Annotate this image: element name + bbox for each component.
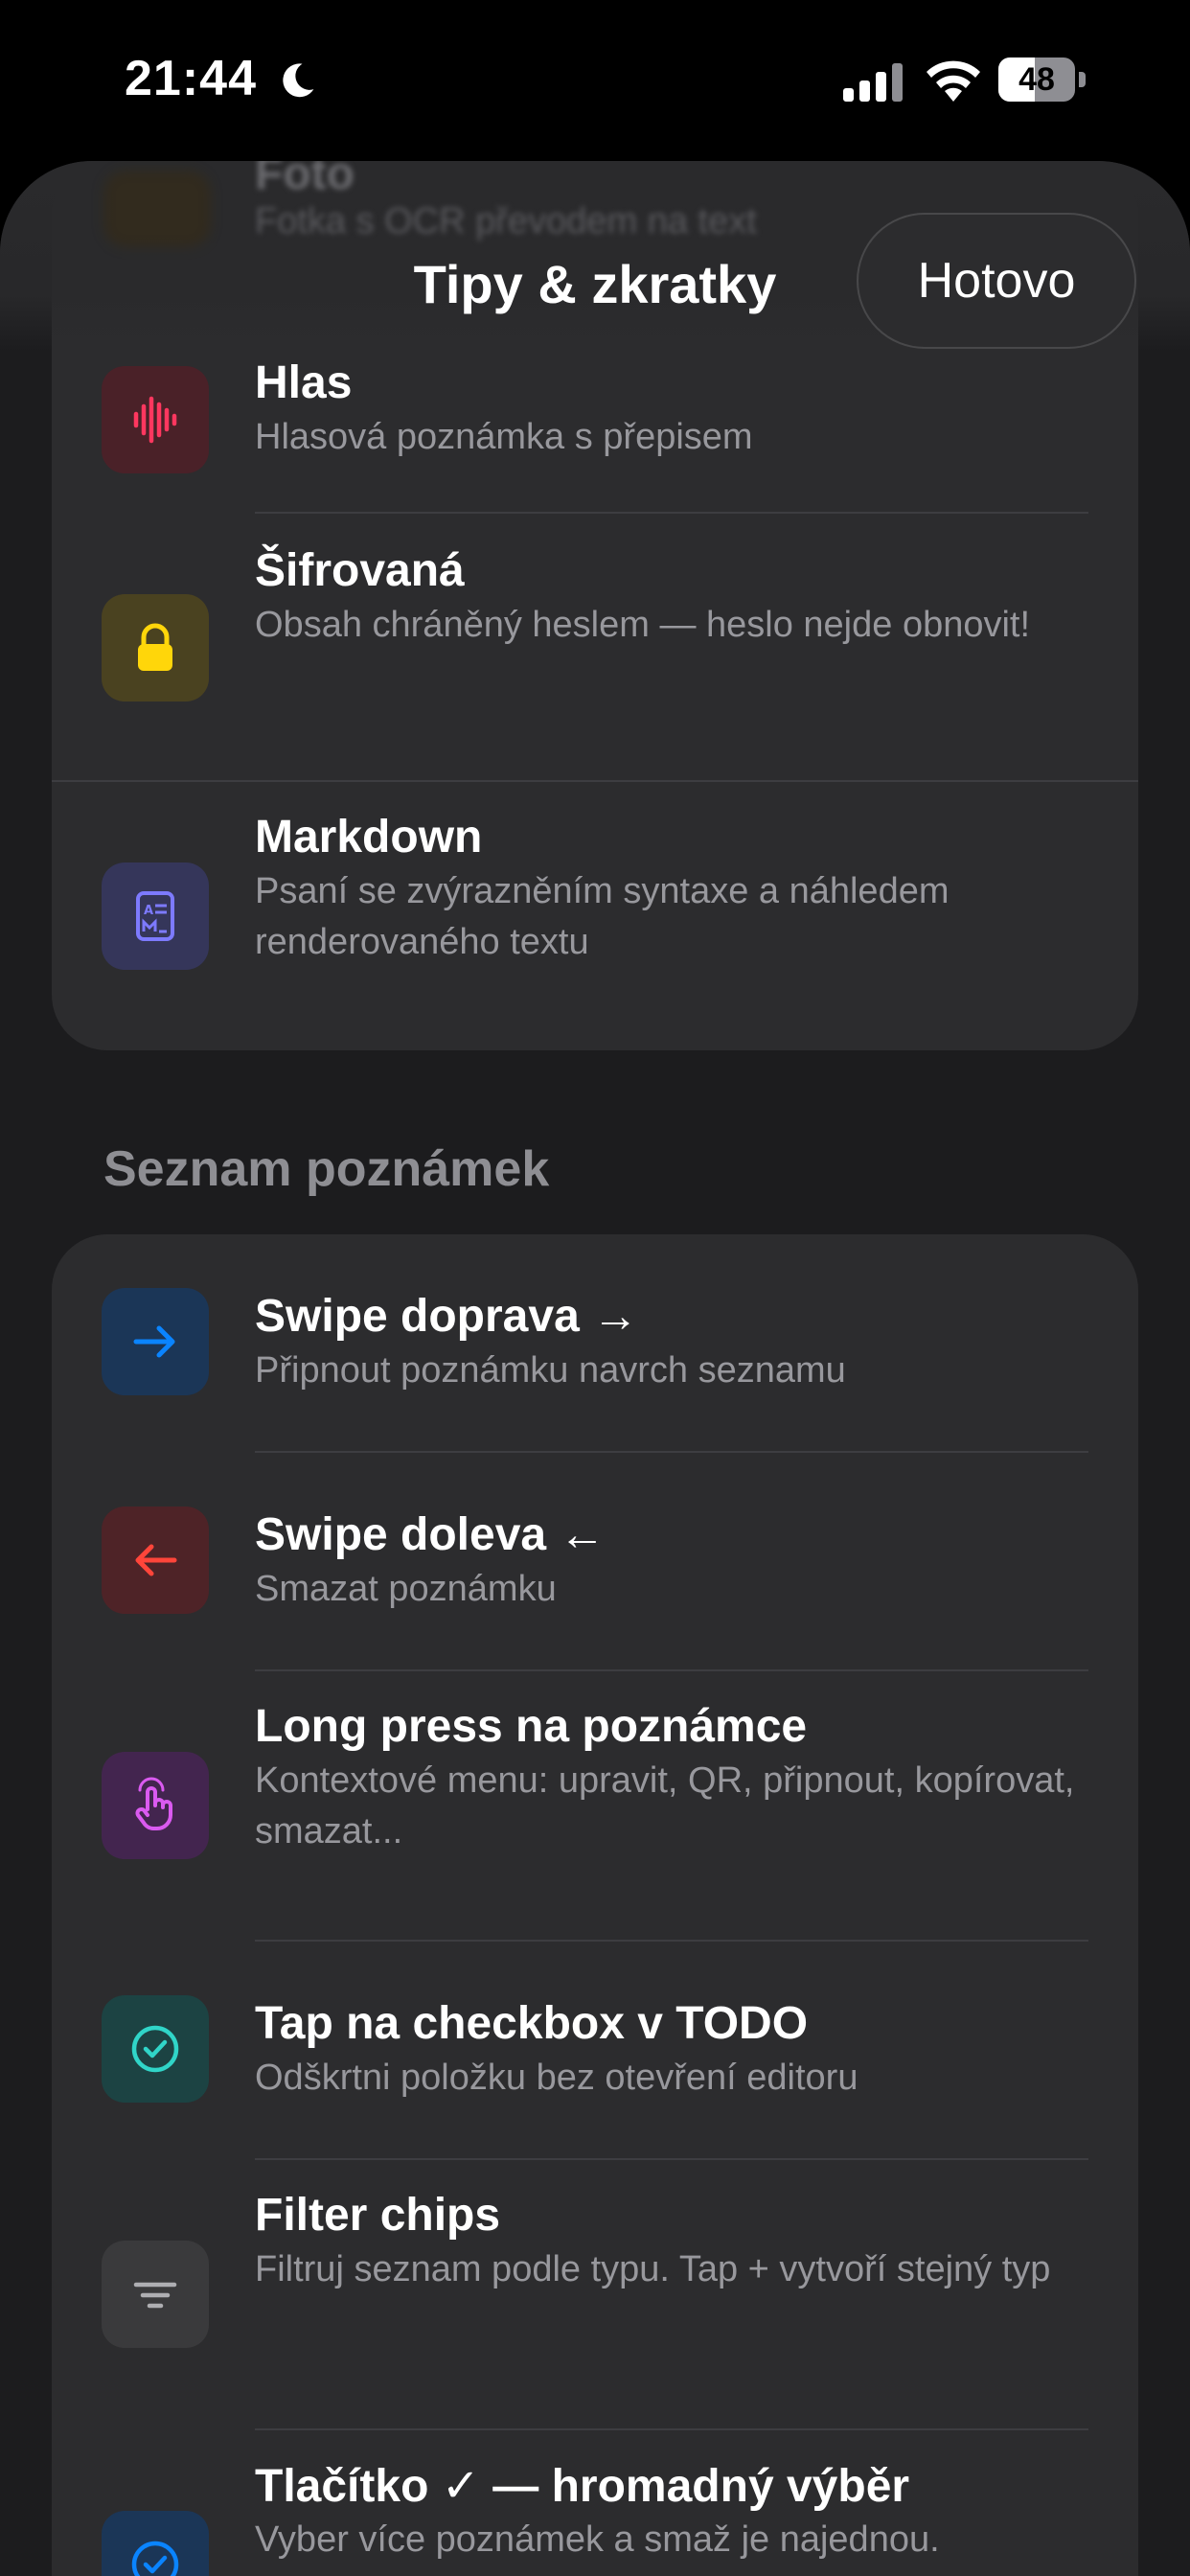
encrypted-icon-tile bbox=[102, 594, 209, 702]
battery-percent: 48 bbox=[1018, 61, 1055, 98]
arrow-right-icon bbox=[133, 1325, 175, 1358]
cellular-signal-icon bbox=[843, 63, 903, 102]
done-button[interactable]: Hotovo bbox=[857, 213, 1136, 349]
waveform-icon bbox=[133, 396, 177, 444]
ghost-row-subtitle: Fotka s OCR převodem na text bbox=[255, 201, 757, 242]
row-title: Long press na poznámce bbox=[255, 1701, 808, 1752]
row-subtitle: Obsah chráněný heslem — heslo nejde obno… bbox=[255, 605, 1031, 645]
list-item-encrypted: Šifrovaná Obsah chráněný heslem — heslo … bbox=[52, 514, 1138, 780]
list-item-long-press: Long press na poznámce Kontextové menu: … bbox=[52, 1671, 1138, 1940]
swipe-right-icon-tile bbox=[102, 1288, 209, 1395]
row-title: Swipe doprava → bbox=[255, 1291, 639, 1342]
list-item-swipe-right: Swipe doprava → Připnout poznámku navrch… bbox=[52, 1234, 1138, 1451]
note-list-group: Swipe doprava → Připnout poznámku navrch… bbox=[52, 1234, 1138, 2576]
row-title: Tlačítko ✓ — hromadný výběr bbox=[255, 2461, 910, 2512]
row-title: Tap na checkbox v TODO bbox=[255, 1998, 809, 2049]
row-title: Filter chips bbox=[255, 2190, 501, 2241]
row-subtitle: Vyber více poznámek a smaž je najednou. bbox=[255, 2519, 940, 2560]
svg-text:A: A bbox=[144, 904, 153, 918]
markdown-doc-icon: A bbox=[136, 891, 174, 941]
todo-checkbox-icon-tile bbox=[102, 1995, 209, 2103]
lock-icon bbox=[138, 623, 172, 671]
bulk-select-icon-tile bbox=[102, 2511, 209, 2576]
row-subtitle: Kontextové menu: upravit, QR, připnout, … bbox=[255, 1760, 1075, 1852]
row-subtitle: Odškrtni položku bez otevření editoru bbox=[255, 2058, 858, 2098]
list-item-filter-chips: Filter chips Filtruj seznam podle typu. … bbox=[52, 2160, 1138, 2428]
row-subtitle: Psaní se zvýrazněním syntaxe a náhledem … bbox=[255, 871, 950, 962]
moon-icon bbox=[283, 63, 314, 98]
checkmark-circle-icon bbox=[131, 2025, 179, 2073]
wifi-icon bbox=[927, 60, 980, 102]
list-item-bulk-select: Tlačítko ✓ — hromadný výběr Vyber více p… bbox=[52, 2430, 1138, 2576]
filter-chips-icon-tile bbox=[102, 2241, 209, 2348]
checkmark-circle-icon bbox=[131, 2541, 179, 2576]
status-bar: 21:44 48 bbox=[0, 0, 1190, 161]
list-item-markdown: A Markdown Psaní se zvýrazněním syntaxe … bbox=[52, 782, 1138, 1050]
status-time: 21:44 bbox=[125, 51, 257, 106]
voice-icon-tile bbox=[102, 366, 209, 473]
markdown-icon-tile: A bbox=[102, 862, 209, 970]
row-subtitle: Hlasová poznámka s přepisem bbox=[255, 417, 753, 457]
battery-indicator: 48 bbox=[998, 58, 1087, 102]
long-press-icon-tile bbox=[102, 1752, 209, 1859]
row-title: Swipe doleva ← bbox=[255, 1509, 606, 1560]
section-header: Seznam poznámek bbox=[103, 1141, 550, 1197]
list-item-swipe-left: Swipe doleva ← Smazat poznámku bbox=[52, 1453, 1138, 1669]
filter-lines-icon bbox=[133, 2282, 177, 2309]
row-title: Markdown bbox=[255, 812, 483, 862]
hand-tap-icon bbox=[135, 1777, 172, 1830]
row-subtitle: Smazat poznámku bbox=[255, 1569, 557, 1609]
tips-sheet: Hlas Hlasová poznámka s přepisem Šifrova… bbox=[0, 161, 1190, 2576]
row-subtitle: Filtruj seznam podle typu. Tap + vytvoří… bbox=[255, 2249, 1051, 2289]
arrow-left-icon bbox=[135, 1544, 177, 1576]
photo-icon-tile bbox=[103, 171, 211, 247]
row-title: Hlas bbox=[255, 357, 353, 408]
row-subtitle: Připnout poznámku navrch seznamu bbox=[255, 1350, 846, 1391]
list-item-todo-checkbox: Tap na checkbox v TODO Odškrtni položku … bbox=[52, 1942, 1138, 2158]
ghost-row-title: Foto bbox=[255, 161, 355, 199]
row-title: Šifrovaná bbox=[255, 545, 465, 596]
swipe-left-icon-tile bbox=[102, 1506, 209, 1614]
